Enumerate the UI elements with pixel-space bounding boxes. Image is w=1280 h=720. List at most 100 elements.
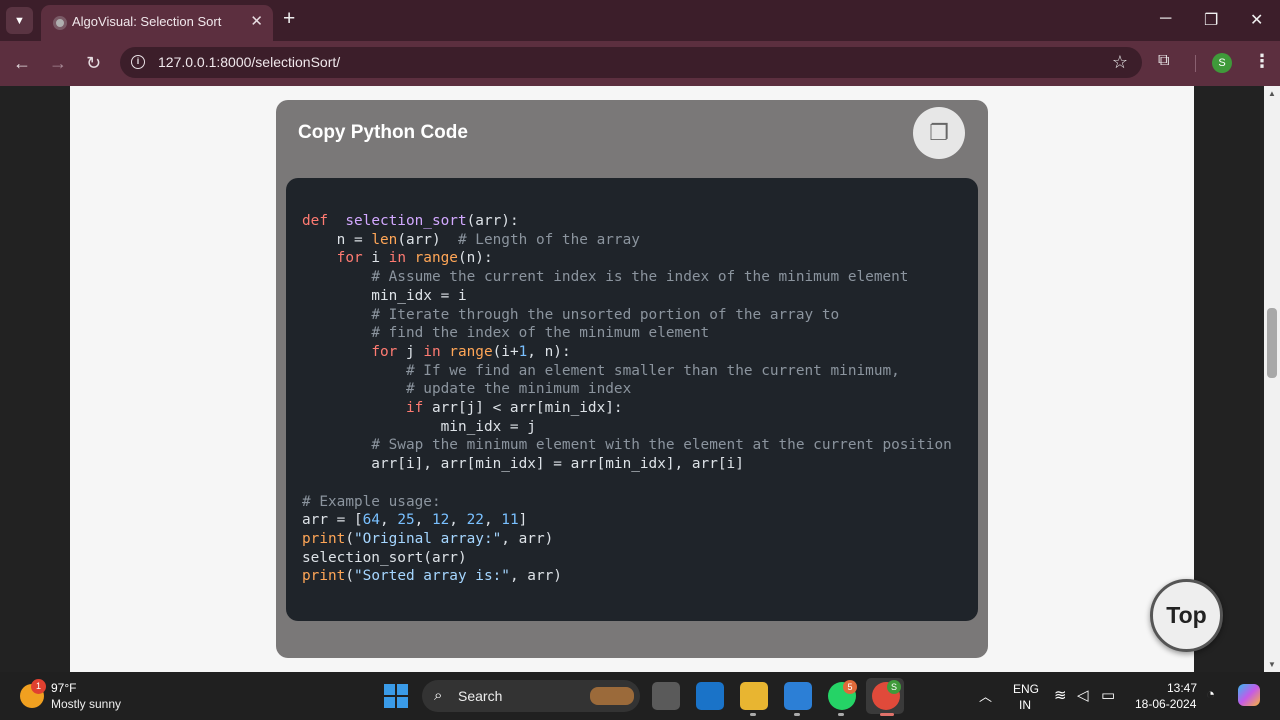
code-token: min_idx = j [302, 418, 536, 435]
notification-bell-icon[interactable]: ◔ [1206, 686, 1215, 703]
mail-icon[interactable] [696, 682, 724, 710]
scroll-down-arrow-icon[interactable]: ▼ [1268, 660, 1276, 669]
tab-search-chevron-icon[interactable]: ▼ [6, 7, 33, 34]
code-line: if arr[j] < arr[min_idx]: [302, 400, 623, 416]
code-token: (arr) [397, 231, 458, 248]
weather-badge: 1 [31, 679, 46, 694]
address-bar[interactable]: i 127.0.0.1:8000/selectionSort/ ☆ [120, 47, 1142, 78]
weather-desc[interactable]: Mostly sunny [51, 697, 121, 711]
tray-chevron-up-icon[interactable]: ︿ [979, 686, 992, 705]
python-code: def selection_sort(arr): n = len(arr) # … [302, 212, 952, 586]
code-token: # find the index of the minimum element [371, 325, 710, 342]
minimize-icon[interactable]: ─ [1160, 10, 1171, 28]
code-line: arr[i], arr[min_idx] = arr[min_idx], arr… [302, 456, 744, 472]
code-token: print [302, 568, 346, 585]
code-line: # Swap the minimum element with the elem… [302, 437, 952, 454]
code-line: min_idx = j [302, 419, 536, 435]
favicon-icon [53, 16, 67, 30]
code-token: , [414, 512, 432, 529]
code-line: print("Sorted array is:", arr) [302, 568, 562, 584]
back-arrow-icon[interactable]: ← [13, 53, 31, 74]
code-line: for i in range(n): [302, 250, 493, 266]
code-token: ( [345, 530, 354, 547]
code-token: , [483, 512, 502, 529]
forward-arrow-icon[interactable]: → [49, 53, 67, 74]
code-token: n = [302, 231, 372, 248]
taskbar: 1 97°F Mostly sunny ⌕ Search 5 S ︿ ENG I… [0, 672, 1280, 720]
running-indicator [794, 713, 800, 716]
window-close-icon[interactable]: ✕ [1250, 10, 1263, 30]
code-token: , [449, 512, 467, 529]
search-icon: ⌕ [434, 687, 443, 704]
scrollbar-thumb[interactable] [1267, 308, 1277, 378]
page-content: Copy Python Code ❐ def selection_sort(ar… [70, 86, 1194, 672]
code-token: # Example usage: [302, 493, 441, 510]
code-token: print [302, 530, 346, 547]
code-token: # Length of the array [457, 231, 640, 248]
profile-avatar[interactable]: S [1212, 53, 1232, 73]
volume-icon[interactable]: ◁ [1077, 686, 1089, 704]
code-token: 12 [431, 512, 450, 529]
url-text[interactable]: 127.0.0.1:8000/selectionSort/ [158, 54, 340, 70]
file-explorer-icon[interactable] [740, 682, 768, 710]
taskbar-search[interactable]: ⌕ Search [422, 680, 640, 712]
vscode-icon[interactable] [784, 682, 812, 710]
code-token: (arr): [466, 213, 519, 229]
code-token: , arr) [501, 530, 554, 547]
copilot-icon[interactable] [1238, 684, 1260, 706]
code-token: j [397, 343, 424, 360]
code-line: # find the index of the minimum element [302, 325, 709, 341]
code-token: 22 [466, 512, 484, 529]
code-token: , n): [527, 343, 571, 360]
toolbar-divider [1195, 55, 1196, 72]
wifi-icon[interactable]: ≋ [1054, 686, 1067, 704]
bookmark-star-icon[interactable]: ☆ [1112, 52, 1128, 73]
code-token: , arr) [509, 568, 562, 585]
battery-icon[interactable]: ▭ [1101, 686, 1115, 704]
task-view-icon[interactable] [652, 682, 680, 710]
tab-active[interactable]: AlgoVisual: Selection Sort ✕ [41, 5, 273, 41]
code-line: n = len(arr) # Length of the array [302, 232, 640, 248]
new-tab-icon[interactable]: + [283, 8, 295, 29]
clock-time[interactable]: 13:47 [1167, 681, 1197, 695]
code-line: selection_sort(arr) [302, 550, 467, 566]
menu-kebab-icon[interactable]: ⋮ [1253, 51, 1271, 72]
code-token: , [379, 512, 398, 529]
code-token: (i+ [492, 343, 519, 360]
weather-temp[interactable]: 97°F [51, 681, 76, 695]
tab-strip: ▼ AlgoVisual: Selection Sort ✕ + ─ ❐ ✕ [0, 0, 1280, 41]
copy-code-button[interactable]: ❐ [913, 107, 965, 159]
code-token: # Iterate through the unsorted portion o… [371, 306, 840, 323]
code-token: len [371, 231, 398, 248]
code-token: # If we find an element smaller than the… [405, 362, 900, 379]
code-token: 64 [362, 512, 380, 529]
language-region[interactable]: IN [1019, 698, 1031, 712]
code-line: arr = [64, 25, 12, 22, 11] [302, 512, 527, 528]
language-code[interactable]: ENG [1013, 682, 1039, 696]
code-token: range [440, 343, 493, 360]
code-card: Copy Python Code ❐ def selection_sort(ar… [276, 100, 988, 658]
code-token: 11 [501, 512, 519, 529]
code-token: # Swap the minimum element with the elem… [371, 437, 952, 454]
code-token: selection_sort [345, 213, 467, 229]
restore-icon[interactable]: ❐ [1204, 10, 1218, 30]
windows-start-icon[interactable] [384, 684, 408, 708]
tab-title: AlgoVisual: Selection Sort [72, 14, 222, 29]
scroll-to-top-button[interactable]: Top [1150, 579, 1223, 652]
scroll-up-arrow-icon[interactable]: ▲ [1268, 89, 1276, 98]
extensions-icon[interactable]: ⧉ [1158, 52, 1178, 72]
code-line: print("Original array:", arr) [302, 531, 553, 547]
site-info-icon[interactable]: i [131, 55, 145, 69]
code-token: def [302, 213, 328, 229]
code-token: selection_sort(arr) [302, 549, 467, 566]
tab-close-icon[interactable]: ✕ [250, 12, 263, 30]
code-token: if [405, 400, 424, 417]
reload-icon[interactable]: ↻ [86, 53, 101, 74]
clock-date[interactable]: 18-06-2024 [1135, 697, 1196, 711]
scrollbar[interactable]: ▲ ▼ [1264, 86, 1280, 672]
